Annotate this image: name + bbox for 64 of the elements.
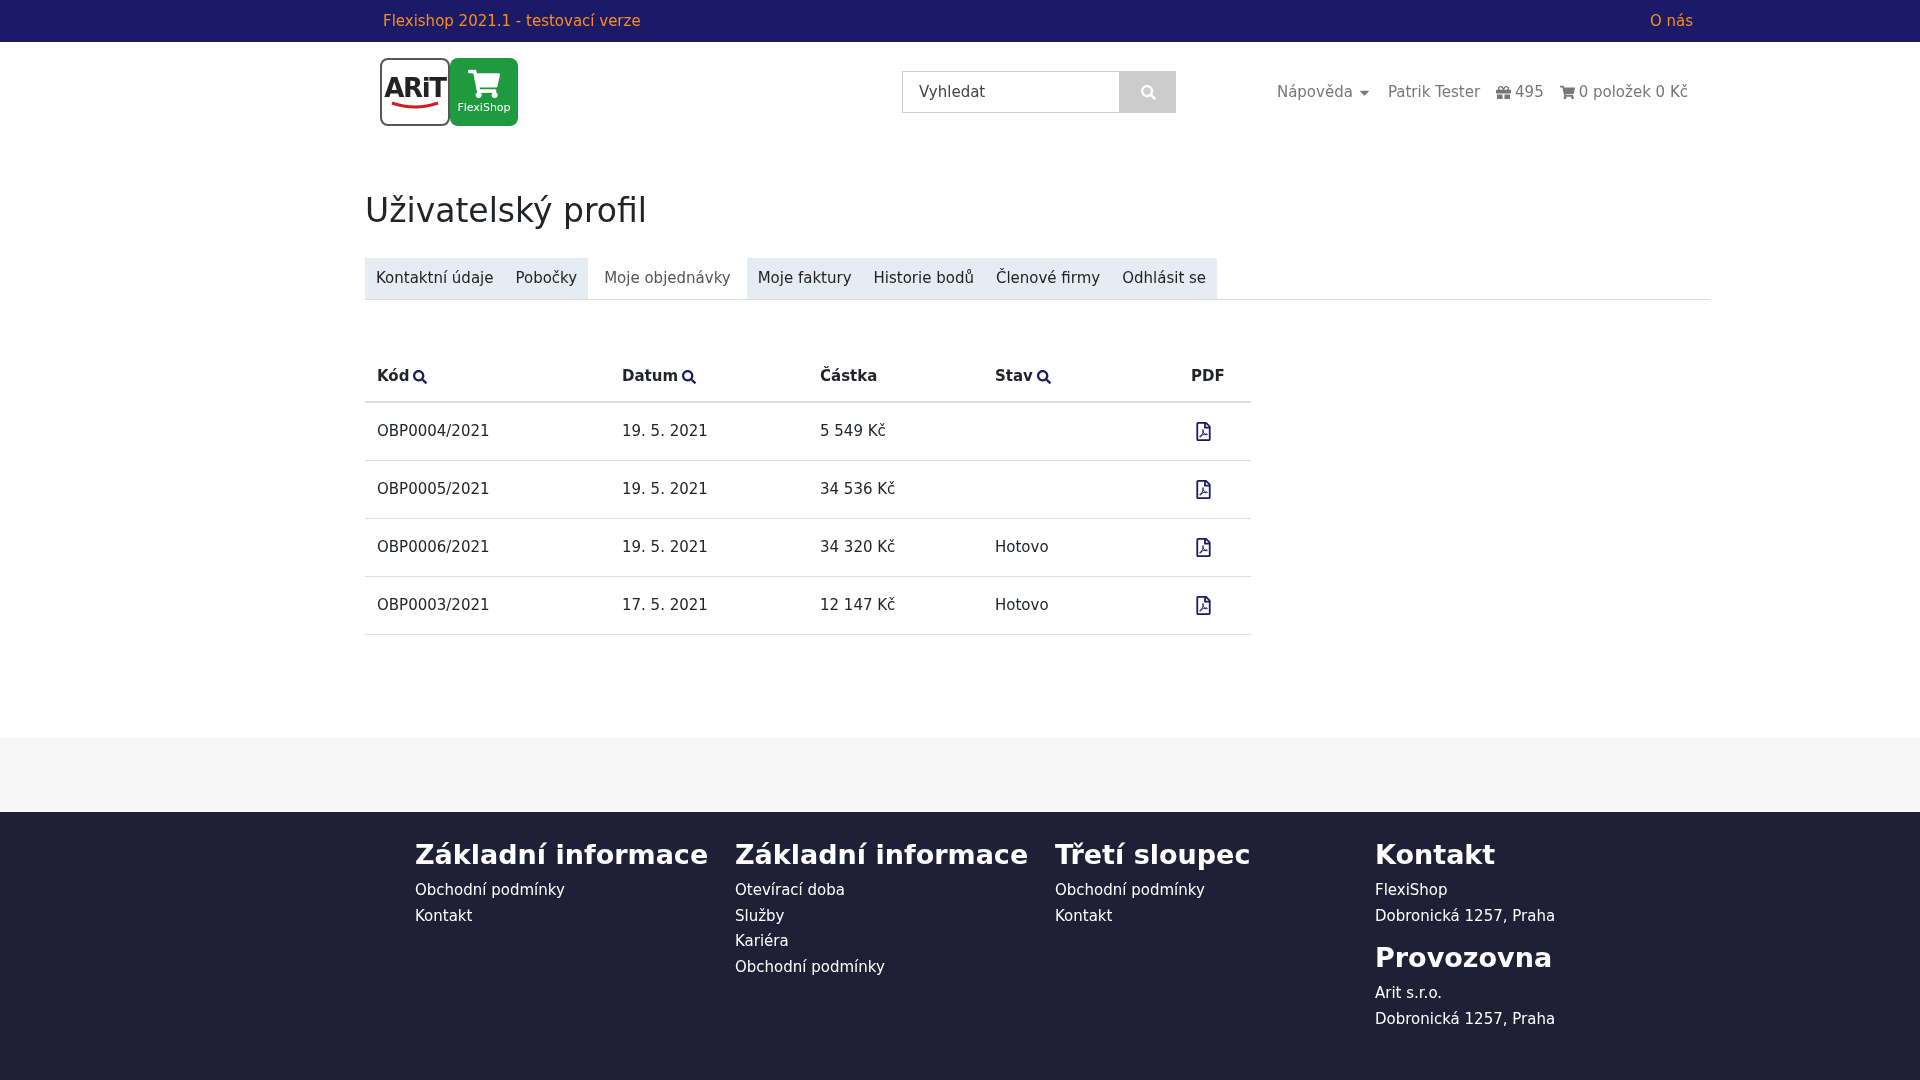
cart-link[interactable]: 0 položek 0 Kč (1559, 80, 1688, 104)
logo-text: FlexiShop (457, 99, 511, 116)
footer-link[interactable]: Otevírací doba (735, 878, 845, 904)
footer-link[interactable]: Obchodní podmínky (735, 954, 885, 980)
footer-link[interactable]: Kontakt (1055, 903, 1113, 929)
pdf-icon[interactable] (1194, 421, 1213, 441)
table-cell: 17. 5. 2021 (622, 595, 708, 614)
footer-link[interactable]: Arit s.r.o. (1375, 981, 1443, 1007)
footer-heading: Základní informace (415, 838, 710, 872)
table-cell: OBP0004/2021 (377, 422, 490, 440)
profile-tab[interactable]: Kontaktní údaje (365, 258, 505, 299)
search-icon[interactable] (413, 369, 428, 384)
footer-link[interactable]: Služby (735, 903, 785, 929)
table-cell: OBP0005/2021 (377, 479, 490, 498)
search-icon[interactable] (682, 369, 697, 384)
swoosh-icon (390, 101, 440, 109)
search-icon (1140, 84, 1156, 100)
table-cell: OBP0003/2021 (377, 595, 490, 614)
pdf-icon[interactable] (1194, 479, 1213, 499)
footer-link[interactable]: Kariéra (735, 929, 789, 955)
footer-link[interactable]: Obchodní podmínky (1055, 878, 1205, 904)
table-cell: Hotovo (995, 537, 1049, 556)
pdf-icon[interactable] (1194, 537, 1213, 557)
table-cell: Hotovo (995, 595, 1049, 614)
top-bar-title: Flexishop 2021.1 - testovací verze (383, 10, 641, 32)
points-link[interactable]: 495 (1496, 80, 1544, 104)
profile-tab[interactable]: Odhlásit se (1111, 258, 1218, 299)
footer-link[interactable]: Kontakt (415, 903, 473, 929)
profile-tab[interactable]: Moje faktury (746, 258, 863, 299)
column-header[interactable]: Stav (995, 365, 1051, 388)
user-link[interactable]: Patrik Tester (1387, 80, 1481, 104)
footer-link[interactable]: FlexiShop (1375, 878, 1448, 904)
table-cell: 12 147 Kč (820, 595, 896, 614)
column-header: Částka (820, 365, 878, 388)
table-cell: 19. 5. 2021 (622, 422, 708, 440)
column-header: PDF (1191, 366, 1225, 388)
pdf-icon[interactable] (1194, 595, 1213, 615)
footer-heading: Provozovna (1375, 941, 1554, 975)
profile-tab[interactable]: Pobočky (504, 258, 589, 299)
table-cell: 34 320 Kč (820, 537, 896, 556)
table-cell: 19. 5. 2021 (622, 479, 708, 498)
table-cell: 5 549 Kč (820, 422, 886, 440)
page-title: Uživatelský profil (365, 194, 648, 227)
column-header[interactable]: Datum (622, 365, 697, 388)
footer-heading: Třetí sloupec (1055, 838, 1252, 872)
footer-link[interactable]: Obchodní podmínky (415, 878, 565, 904)
about-link[interactable]: O nás (1649, 9, 1693, 33)
footer-link[interactable]: Dobronická 1257, Praha (1375, 1006, 1556, 1032)
table-cell: 34 536 Kč (820, 479, 896, 498)
search-field[interactable]: Vyhledat (902, 71, 1120, 113)
search-icon[interactable] (1036, 369, 1051, 384)
profile-tab[interactable]: Historie bodů (862, 258, 985, 299)
table-cell: 19. 5. 2021 (622, 537, 708, 556)
table-cell: OBP0006/2021 (377, 537, 490, 556)
profile-tab[interactable]: Členové firmy (984, 258, 1112, 299)
cart-icon (468, 67, 500, 100)
column-header[interactable]: Kód (377, 365, 428, 388)
footer-heading: Kontakt (1375, 838, 1497, 872)
cart-icon (1559, 84, 1575, 100)
footer-heading: Základní informace (735, 838, 1030, 872)
gift-icon (1496, 84, 1512, 100)
footer-link[interactable]: Dobronická 1257, Praha (1375, 903, 1556, 929)
logo-text: ARiT (384, 75, 446, 101)
help-menu[interactable]: Nápověda (1276, 80, 1372, 104)
